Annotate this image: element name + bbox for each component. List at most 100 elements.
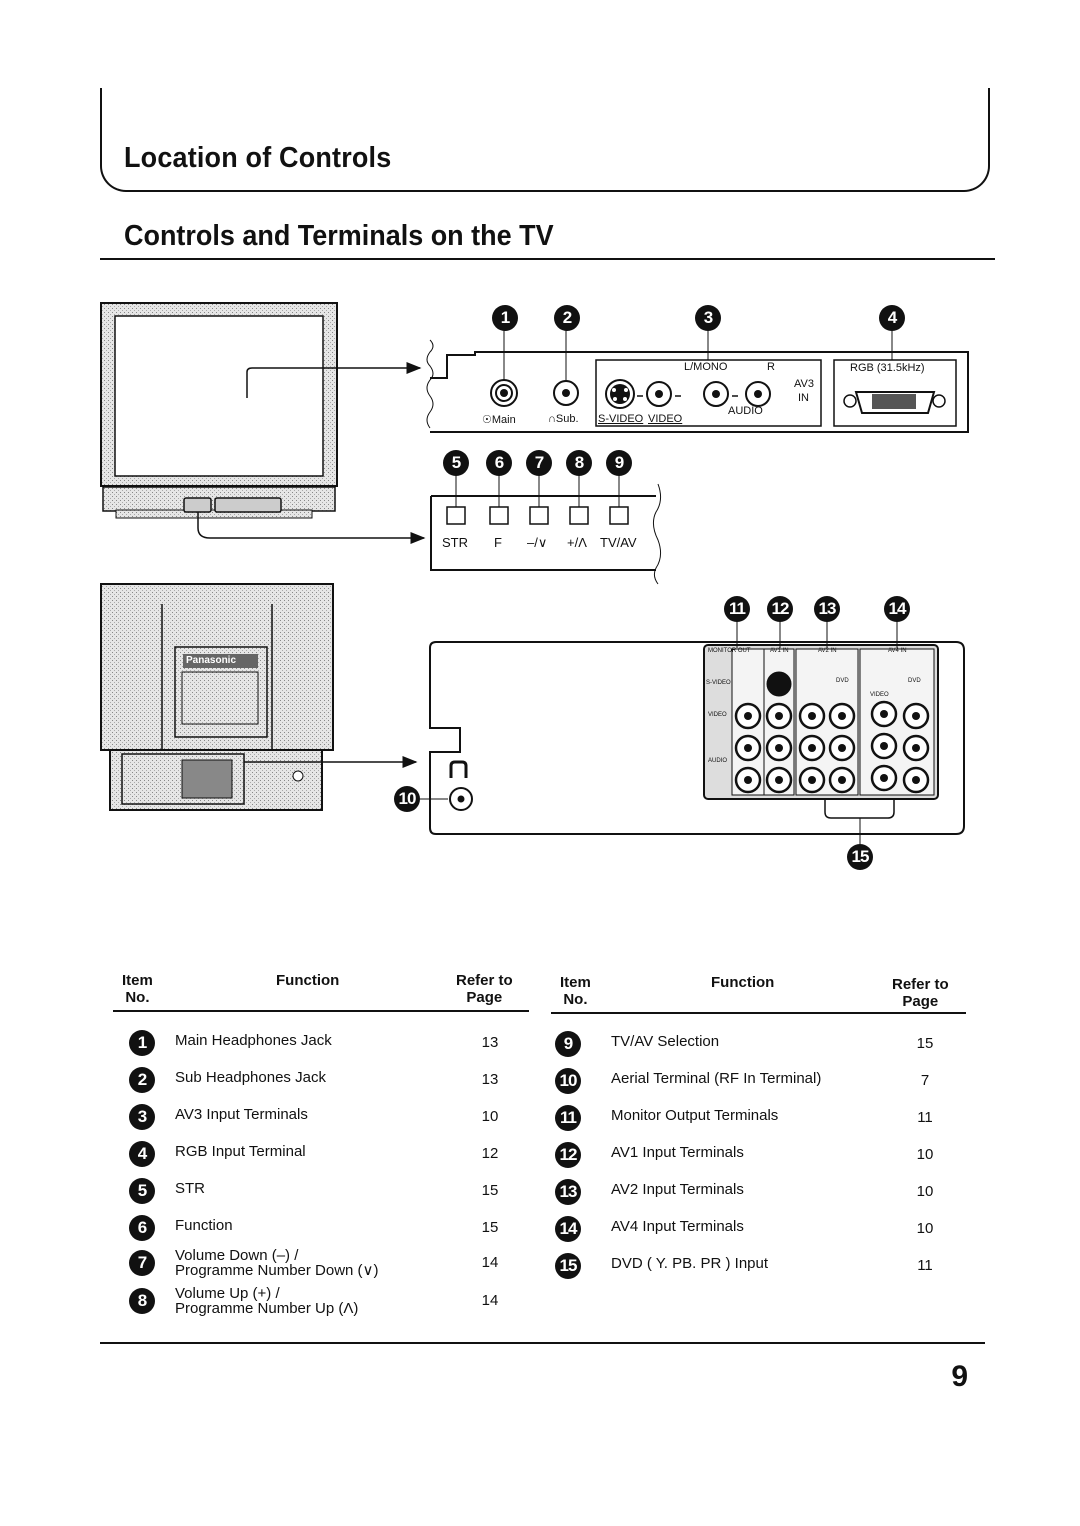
right-header-function: Function [711, 974, 775, 991]
tv-front-illustration [100, 302, 985, 1344]
rca-jack-pin [880, 742, 888, 750]
function-line-1: Volume Down (–) / [175, 1247, 299, 1264]
button-label-up: +/Λ [567, 535, 587, 550]
callout-3: 3 [695, 305, 721, 331]
audio-label: AUDIO [728, 405, 763, 417]
function-text: AV3 Input Terminals [175, 1106, 308, 1123]
rca-jack-pin [880, 710, 888, 718]
item-number-badge: 9 [555, 1031, 581, 1057]
callout-6: 6 [486, 450, 512, 476]
rear-video-label: VIDEO [708, 712, 727, 718]
function-text: Sub Headphones Jack [175, 1069, 326, 1086]
item-number-badge: 7 [129, 1250, 155, 1276]
svideo-label: S-VIDEO [598, 413, 644, 425]
refer-page: 10 [481, 1108, 499, 1125]
item-number-badge: 13 [555, 1179, 581, 1205]
aerial-terminal [420, 760, 473, 811]
callout-12: 12 [767, 596, 793, 622]
rca-jack-pin [838, 744, 846, 752]
refer-page: 13 [481, 1034, 499, 1051]
rca-jack-pin [838, 776, 846, 784]
function-text: STR [175, 1180, 205, 1197]
callout-10: 10 [394, 786, 420, 812]
rca-jack-pin [808, 776, 816, 784]
headphones-icon: ☉ [482, 414, 492, 426]
callout-2: 2 [554, 305, 580, 331]
av2-in-label: AV2 IN [818, 648, 837, 654]
refer-page: 15 [481, 1219, 499, 1236]
headphones-icon: ∩ [548, 413, 556, 425]
rca-jack-pin [744, 776, 752, 784]
button-label-f: F [494, 535, 502, 550]
tv-rear-body [100, 583, 334, 811]
left-header-item-no: Item No. [122, 972, 153, 1006]
refer-page: 11 [917, 1109, 933, 1126]
refer-page: 15 [481, 1182, 499, 1199]
brand-logo: Panasonic [186, 655, 237, 666]
function-text: Aerial Terminal (RF In Terminal) [611, 1070, 822, 1087]
callout-11: 11 [724, 596, 750, 622]
function-text: DVD ( Y. PB. PR ) Input [611, 1255, 769, 1272]
rca-jack-pin [808, 744, 816, 752]
item-number-badge: 5 [129, 1178, 155, 1204]
button-label-tvav: TV/AV [600, 535, 637, 550]
callout-14: 14 [884, 596, 910, 622]
refer-page: 13 [481, 1071, 499, 1088]
function-line-1: Volume Up (+) / [175, 1285, 280, 1302]
item-number-badge: 12 [555, 1142, 581, 1168]
item-number-badge: 10 [555, 1068, 581, 1094]
function-text: Monitor Output Terminals [611, 1107, 779, 1124]
callout-15: 15 [847, 844, 873, 870]
av3-in-label: IN [798, 392, 809, 404]
rear-audio-label: AUDIO [708, 758, 728, 764]
av1-in-label: AV1 IN [770, 648, 789, 654]
av3-label: AV3 [794, 378, 814, 390]
rgb-label: RGB (31.5kHz) [850, 362, 925, 374]
front-control-panel [430, 474, 662, 585]
av4-dvd-label: DVD [908, 678, 921, 684]
callout-8: 8 [566, 450, 592, 476]
callout-4: 4 [879, 305, 905, 331]
page-number: 9 [951, 1360, 968, 1393]
rca-jack-pin [775, 776, 783, 784]
refer-page: 14 [481, 1292, 499, 1309]
function-text: Volume Down (–) / Programme Number Down (… [175, 1248, 379, 1278]
refer-page: 10 [916, 1183, 934, 1200]
rca-jack-pin [775, 712, 783, 720]
refer-page: 11 [917, 1257, 933, 1274]
function-text: Function [175, 1217, 233, 1234]
item-number-badge: 15 [555, 1253, 581, 1279]
callout-5: 5 [443, 450, 469, 476]
right-header-refer-page: Refer to Page [892, 976, 949, 1010]
main-jack-label: ☉Main [482, 414, 516, 426]
r-label: R [767, 361, 775, 373]
item-number-badge: 8 [129, 1288, 155, 1314]
function-text: AV2 Input Terminals [611, 1181, 744, 1198]
svideo-jack [766, 671, 792, 697]
item-number-badge: 2 [129, 1067, 155, 1093]
rear-svideo-label: S-VIDEO [706, 680, 731, 686]
item-number-badge: 4 [129, 1141, 155, 1167]
item-number-badge: 14 [555, 1216, 581, 1242]
item-number-badge: 6 [129, 1215, 155, 1241]
refer-page: 15 [916, 1035, 934, 1052]
callout-1: 1 [492, 305, 518, 331]
rca-jack-pin [744, 712, 752, 720]
av4-in-label: AV4 IN [888, 648, 907, 654]
rca-jack-pin [775, 744, 783, 752]
callout-13: 13 [814, 596, 840, 622]
function-text: AV4 Input Terminals [611, 1218, 744, 1235]
av2-dvd-label: DVD [836, 678, 849, 684]
av4-video-label: VIDEO [870, 692, 889, 698]
rca-jack-pin [744, 744, 752, 752]
rca-jack-pin [912, 776, 920, 784]
rca-jack-pin [912, 744, 920, 752]
tv-front-body [100, 302, 338, 519]
button-label-str: STR [442, 535, 468, 550]
function-line-2: Programme Number Down (∨) [175, 1262, 379, 1279]
right-header-item-no: Item No. [560, 974, 591, 1008]
left-header-refer-page: Refer to Page [456, 972, 513, 1006]
rca-jack-pin [838, 712, 846, 720]
video-label: VIDEO [648, 413, 683, 425]
item-number-badge: 3 [129, 1104, 155, 1130]
